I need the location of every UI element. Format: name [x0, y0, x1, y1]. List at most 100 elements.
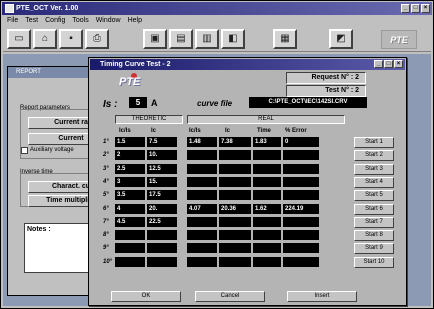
grid-cell[interactable]	[253, 190, 281, 200]
grid-cell[interactable]: 3	[115, 177, 145, 187]
grid-cell[interactable]	[253, 257, 281, 267]
close-button[interactable]: ×	[421, 4, 430, 13]
grid-cell[interactable]: 1.48	[187, 137, 217, 147]
grid-cell[interactable]	[219, 217, 251, 227]
grid-cell[interactable]	[283, 150, 319, 160]
start-button-3[interactable]: Start 3	[354, 164, 394, 175]
grid-cell[interactable]	[147, 243, 177, 253]
grid-cell[interactable]	[283, 164, 319, 174]
grid-cell[interactable]	[283, 257, 319, 267]
start-button-10[interactable]: Start 10	[354, 257, 394, 268]
grid-cell[interactable]: 1.62	[253, 204, 281, 214]
curve-file-label: curve file	[197, 99, 233, 108]
grid-cell[interactable]: 7.38	[219, 137, 251, 147]
dialog-maximize-button[interactable]: □	[384, 60, 393, 68]
chart-icon[interactable]: ◧	[221, 29, 245, 49]
grid-cell[interactable]: 15.	[147, 177, 177, 187]
start-button-5[interactable]: Start 5	[354, 190, 394, 201]
grid-cell[interactable]: 4.5	[115, 217, 145, 227]
is-value-field[interactable]: 5	[129, 97, 147, 108]
grid-cell[interactable]	[187, 177, 217, 187]
start-button-8[interactable]: Start 8	[354, 230, 394, 241]
grid-cell[interactable]: 224.19	[283, 204, 319, 214]
insert-button[interactable]: Insert	[287, 291, 357, 302]
grid-cell[interactable]: 22.5	[147, 217, 177, 227]
minimize-button[interactable]: _	[401, 4, 410, 13]
grid-cell[interactable]	[253, 243, 281, 253]
document-icon[interactable]: ▥	[195, 29, 219, 49]
grid-cell[interactable]: 3.5	[115, 190, 145, 200]
window-tile-icon[interactable]: ▤	[169, 29, 193, 49]
grid-cell[interactable]: 4.07	[187, 204, 217, 214]
grid-cell[interactable]	[283, 177, 319, 187]
menu-window[interactable]: Window	[96, 16, 121, 26]
grid-cell[interactable]	[187, 230, 217, 240]
grid-cell[interactable]: 2.5	[115, 164, 145, 174]
grid-cell[interactable]: 10.	[147, 150, 177, 160]
grid-cell[interactable]	[147, 257, 177, 267]
grid-cell[interactable]	[253, 164, 281, 174]
grid-cell[interactable]	[187, 150, 217, 160]
grid-cell[interactable]	[187, 164, 217, 174]
grid-cell[interactable]: 7.5	[147, 137, 177, 147]
grid-cell[interactable]	[219, 177, 251, 187]
grid-cell[interactable]: 12.5	[147, 164, 177, 174]
menu-help[interactable]: Help	[128, 16, 142, 26]
grid-cell[interactable]	[115, 243, 145, 253]
grid-cell[interactable]	[283, 230, 319, 240]
print-icon[interactable]: ⎙	[85, 29, 109, 49]
grid-cell[interactable]	[253, 150, 281, 160]
menu-test[interactable]: Test	[25, 16, 38, 26]
grid-cell[interactable]	[283, 243, 319, 253]
grid-cell[interactable]	[219, 230, 251, 240]
grid-cell[interactable]	[253, 230, 281, 240]
start-button-1[interactable]: Start 1	[354, 137, 394, 148]
dialog-title: Timing Curve Test - 2	[100, 61, 171, 68]
dialog-close-button[interactable]: ×	[394, 60, 403, 68]
maximize-button[interactable]: □	[411, 4, 420, 13]
grid-cell[interactable]: 4	[115, 204, 145, 214]
dialog-minimize-button[interactable]: _	[374, 60, 383, 68]
auxiliary-voltage-checkbox[interactable]	[21, 147, 28, 154]
grid-cell[interactable]: 20.	[147, 204, 177, 214]
grid-cell[interactable]: 0	[283, 137, 319, 147]
grid-cell[interactable]	[283, 190, 319, 200]
cancel-button[interactable]: Cancel	[195, 291, 265, 302]
menu-config[interactable]: Config	[45, 16, 65, 26]
start-button-7[interactable]: Start 7	[354, 217, 394, 228]
grid-cell[interactable]	[115, 230, 145, 240]
start-button-2[interactable]: Start 2	[354, 150, 394, 161]
curve-file-field[interactable]: C:\PTE_OCT\IEC\142SI.CRV	[249, 97, 367, 108]
menu-file[interactable]: File	[7, 16, 18, 26]
start-button-9[interactable]: Start 9	[354, 243, 394, 254]
grid-cell[interactable]	[219, 150, 251, 160]
grid-cell[interactable]	[187, 217, 217, 227]
grid-cell[interactable]: 20.36	[219, 204, 251, 214]
window-icon[interactable]: ▣	[143, 29, 167, 49]
start-button-6[interactable]: Start 6	[354, 204, 394, 215]
grid-cell[interactable]	[187, 190, 217, 200]
grid-cell[interactable]: 1.5	[115, 137, 145, 147]
grid-cell[interactable]	[219, 164, 251, 174]
grid-cell[interactable]	[253, 177, 281, 187]
grid-cell[interactable]	[219, 243, 251, 253]
grid-cell[interactable]	[219, 257, 251, 267]
start-button-4[interactable]: Start 4	[354, 177, 394, 188]
grid-cell[interactable]	[253, 217, 281, 227]
save-disk-icon[interactable]: ▪	[59, 29, 83, 49]
new-file-icon[interactable]: ▭	[7, 29, 31, 49]
grid-cell[interactable]	[147, 230, 177, 240]
grid-cell[interactable]: 17.5	[147, 190, 177, 200]
menu-tools[interactable]: Tools	[72, 16, 88, 26]
grid-cell[interactable]	[283, 217, 319, 227]
calculator-icon[interactable]: ▦	[273, 29, 297, 49]
open-folder-icon[interactable]: ⌂	[33, 29, 57, 49]
grid-cell[interactable]: 1.83	[253, 137, 281, 147]
grid-cell[interactable]: 2	[115, 150, 145, 160]
grid-cell[interactable]	[187, 257, 217, 267]
grid-cell[interactable]	[115, 257, 145, 267]
ok-button[interactable]: OK	[111, 291, 181, 302]
grid-cell[interactable]	[219, 190, 251, 200]
grid-cell[interactable]	[187, 243, 217, 253]
help-icon[interactable]: ◩	[329, 29, 353, 49]
